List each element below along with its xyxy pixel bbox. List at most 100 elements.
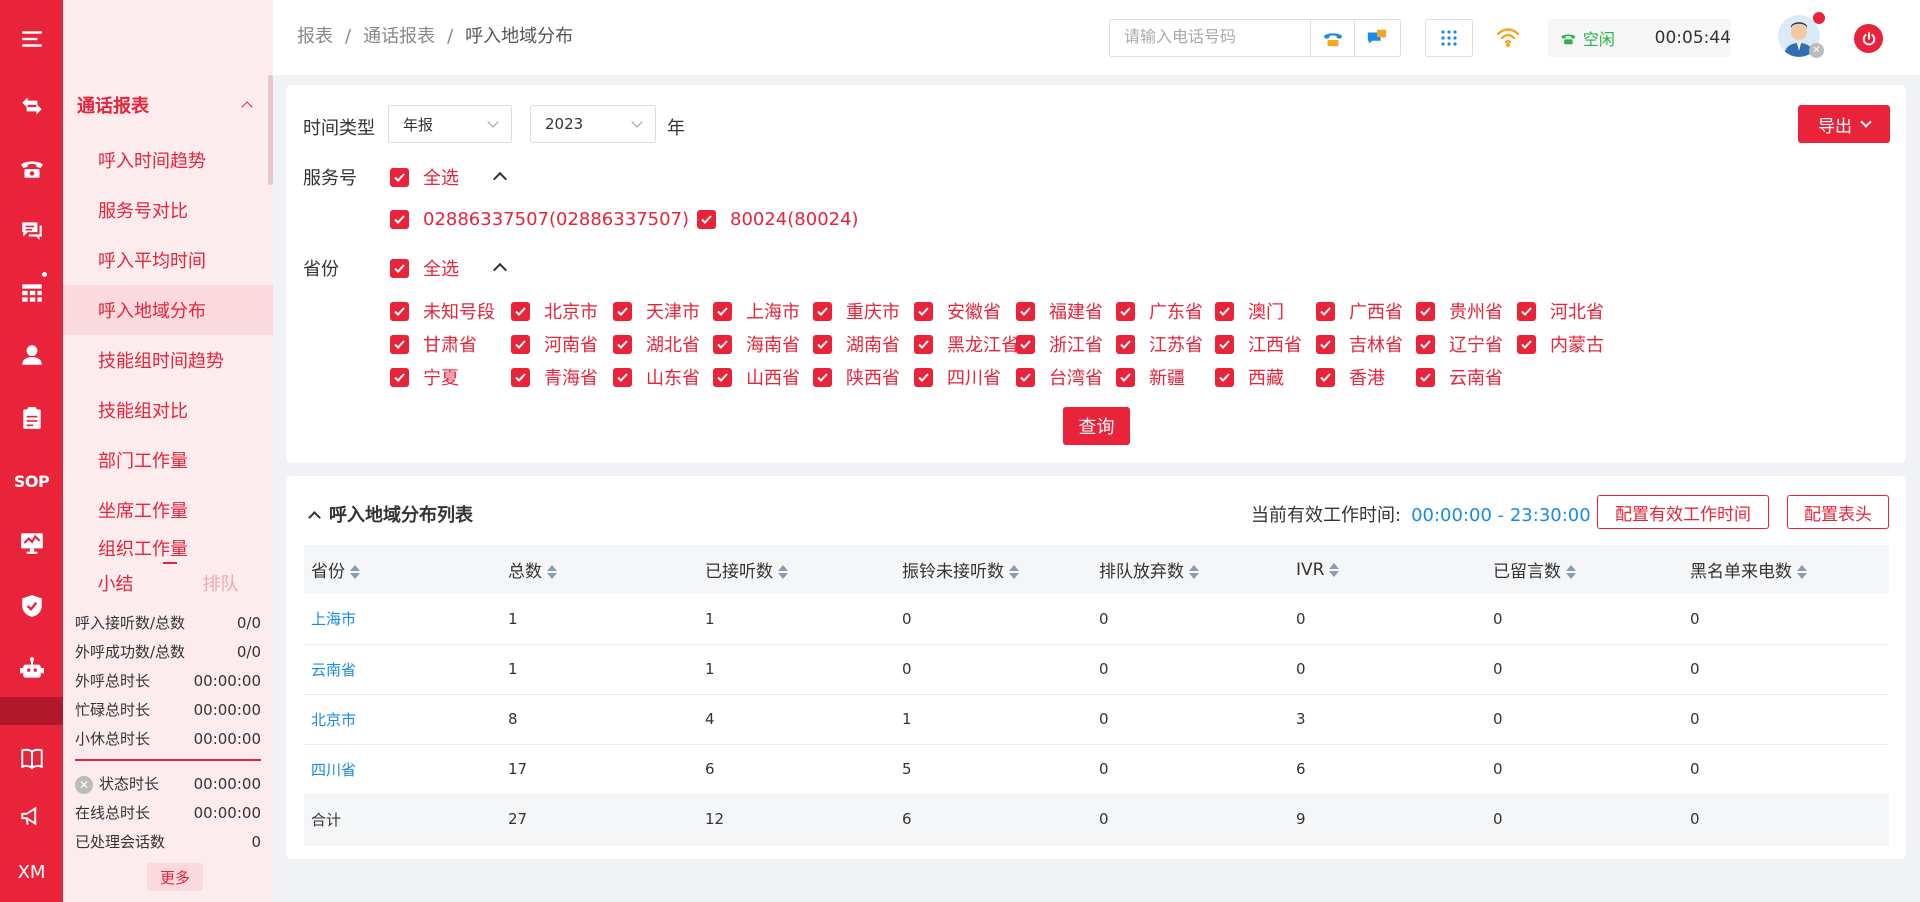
province-checkbox[interactable]: 福建省 [1016, 298, 1103, 324]
province-checkbox[interactable]: 河南省 [511, 331, 598, 357]
province-checkbox[interactable]: 黑龙江省 [914, 331, 1019, 357]
column-header[interactable]: 已留言数 [1486, 545, 1683, 594]
sort-icon[interactable] [1329, 562, 1340, 577]
sidebar-scrollbar[interactable] [268, 75, 273, 185]
province-checkbox[interactable]: 江西省 [1215, 331, 1302, 357]
province-checkbox[interactable]: 山东省 [613, 364, 700, 390]
more-button[interactable]: 更多 [147, 863, 203, 891]
province-checkbox[interactable]: 香港 [1316, 364, 1385, 390]
sidebar-item-agent-workload[interactable]: 坐席工作量 [63, 485, 273, 535]
announcement-icon[interactable] [0, 796, 63, 836]
province-checkbox[interactable]: 未知号段 [390, 298, 495, 324]
province-checkbox[interactable]: 西藏 [1215, 364, 1284, 390]
column-header[interactable]: 黑名单来电数 [1683, 545, 1889, 594]
sort-icon[interactable] [1009, 565, 1019, 579]
column-header[interactable]: IVR [1289, 545, 1486, 594]
column-header[interactable]: 已接听数 [698, 545, 895, 594]
sidebar-item-inbound-average-time[interactable]: 呼入平均时间 [63, 235, 273, 285]
message-button[interactable] [1354, 20, 1398, 56]
sidebar-item-inbound-region[interactable]: 呼入地域分布 [63, 285, 273, 335]
chat-icon[interactable] [0, 210, 63, 250]
year-select[interactable]: 2023 [530, 105, 656, 143]
collapse-service-icon[interactable] [492, 171, 508, 187]
collapse-province-icon[interactable] [492, 262, 508, 278]
breadcrumb-item-reports[interactable]: 报表 [297, 26, 333, 47]
book-icon[interactable] [0, 738, 63, 778]
breadcrumb-item-call-reports[interactable]: 通话报表 [363, 26, 435, 47]
logout-button[interactable] [1854, 24, 1883, 53]
province-checkbox[interactable]: 海南省 [713, 331, 800, 357]
province-checkbox[interactable]: 广西省 [1316, 298, 1403, 324]
province-checkbox[interactable]: 江苏省 [1116, 331, 1203, 357]
province-link[interactable]: 上海市 [304, 594, 501, 645]
province-checkbox[interactable]: 宁夏 [390, 364, 459, 390]
sidebar-group-call-report[interactable]: 通话报表 [63, 75, 273, 135]
sidebar-item-skill-group-compare[interactable]: 技能组对比 [63, 385, 273, 435]
province-checkbox[interactable]: 陕西省 [813, 364, 900, 390]
sidebar-item-inbound-time-trend[interactable]: 呼入时间趋势 [63, 135, 273, 185]
province-select-all-checkbox[interactable]: 全选 [390, 255, 459, 281]
province-checkbox[interactable]: 浙江省 [1016, 331, 1103, 357]
report-grid-icon[interactable] [0, 273, 63, 313]
drag-handle-icon[interactable] [163, 562, 177, 564]
apps-grid-button[interactable] [1425, 19, 1473, 57]
province-link[interactable]: 北京市 [304, 694, 501, 745]
config-header-button[interactable]: 配置表头 [1787, 495, 1889, 529]
sort-icon[interactable] [1566, 565, 1576, 579]
config-worktime-button[interactable]: 配置有效工作时间 [1597, 495, 1769, 529]
province-checkbox[interactable]: 北京市 [511, 298, 598, 324]
telephone-icon[interactable] [0, 148, 63, 188]
province-link[interactable]: 云南省 [304, 644, 501, 695]
province-checkbox[interactable]: 新疆 [1116, 364, 1185, 390]
service-number-checkbox[interactable]: 02886337507(02886337507) [390, 209, 689, 230]
province-checkbox[interactable]: 青海省 [511, 364, 598, 390]
province-checkbox[interactable]: 天津市 [613, 298, 700, 324]
tab-queue[interactable]: 排队 [168, 570, 273, 596]
province-checkbox[interactable]: 贵州省 [1416, 298, 1503, 324]
sidebar-item-service-number-compare[interactable]: 服务号对比 [63, 185, 273, 235]
province-checkbox[interactable]: 重庆市 [813, 298, 900, 324]
sop-icon[interactable]: SOP [0, 461, 63, 501]
province-checkbox[interactable]: 台湾省 [1016, 364, 1103, 390]
column-header[interactable]: 排队放弃数 [1092, 545, 1289, 594]
sort-icon[interactable] [778, 565, 788, 579]
phone-number-input[interactable] [1110, 21, 1310, 55]
province-checkbox[interactable]: 内蒙古 [1517, 331, 1604, 357]
sidebar-item-department-workload[interactable]: 部门工作量 [63, 435, 273, 485]
dial-button[interactable] [1310, 20, 1354, 56]
close-circle-icon[interactable]: ✕ [75, 776, 93, 794]
export-button[interactable]: 导出 [1798, 105, 1890, 143]
province-checkbox[interactable]: 湖北省 [613, 331, 700, 357]
robot-icon[interactable] [0, 649, 63, 689]
sidebar-item-org-workload[interactable]: 组织工作量 [63, 535, 273, 557]
sidebar-item-skill-group-trend[interactable]: 技能组时间趋势 [63, 335, 273, 385]
sort-icon[interactable] [1797, 565, 1807, 579]
service-number-checkbox[interactable]: 80024(80024) [697, 209, 859, 230]
user-icon[interactable] [0, 335, 63, 375]
province-checkbox[interactable]: 上海市 [713, 298, 800, 324]
province-checkbox[interactable]: 澳门 [1215, 298, 1284, 324]
transfer-icon[interactable] [0, 86, 63, 126]
agent-status[interactable]: 空闲 00:05:44 [1548, 19, 1731, 57]
province-checkbox[interactable]: 安徽省 [914, 298, 1001, 324]
service-select-all-checkbox[interactable]: 全选 [390, 164, 459, 190]
province-checkbox[interactable]: 湖南省 [813, 331, 900, 357]
province-checkbox[interactable]: 吉林省 [1316, 331, 1403, 357]
clipboard-icon[interactable] [0, 398, 63, 438]
column-header[interactable]: 省份 [304, 545, 501, 594]
monitor-chart-icon[interactable] [0, 523, 63, 563]
sort-icon[interactable] [350, 565, 360, 579]
province-link[interactable]: 四川省 [304, 744, 501, 795]
menu-toggle-icon[interactable] [0, 19, 63, 59]
sort-icon[interactable] [547, 565, 557, 579]
xm-icon[interactable]: XM [0, 852, 63, 892]
province-checkbox[interactable]: 辽宁省 [1416, 331, 1503, 357]
time-type-select[interactable]: 年报 [388, 105, 512, 143]
province-checkbox[interactable]: 甘肃省 [390, 331, 477, 357]
shield-check-icon[interactable] [0, 586, 63, 626]
tab-summary[interactable]: 小结 [63, 562, 177, 596]
list-title[interactable]: 呼入地域分布列表 [306, 501, 473, 527]
column-header[interactable]: 振铃未接听数 [895, 545, 1092, 594]
province-checkbox[interactable]: 河北省 [1517, 298, 1604, 324]
province-checkbox[interactable]: 四川省 [914, 364, 1001, 390]
